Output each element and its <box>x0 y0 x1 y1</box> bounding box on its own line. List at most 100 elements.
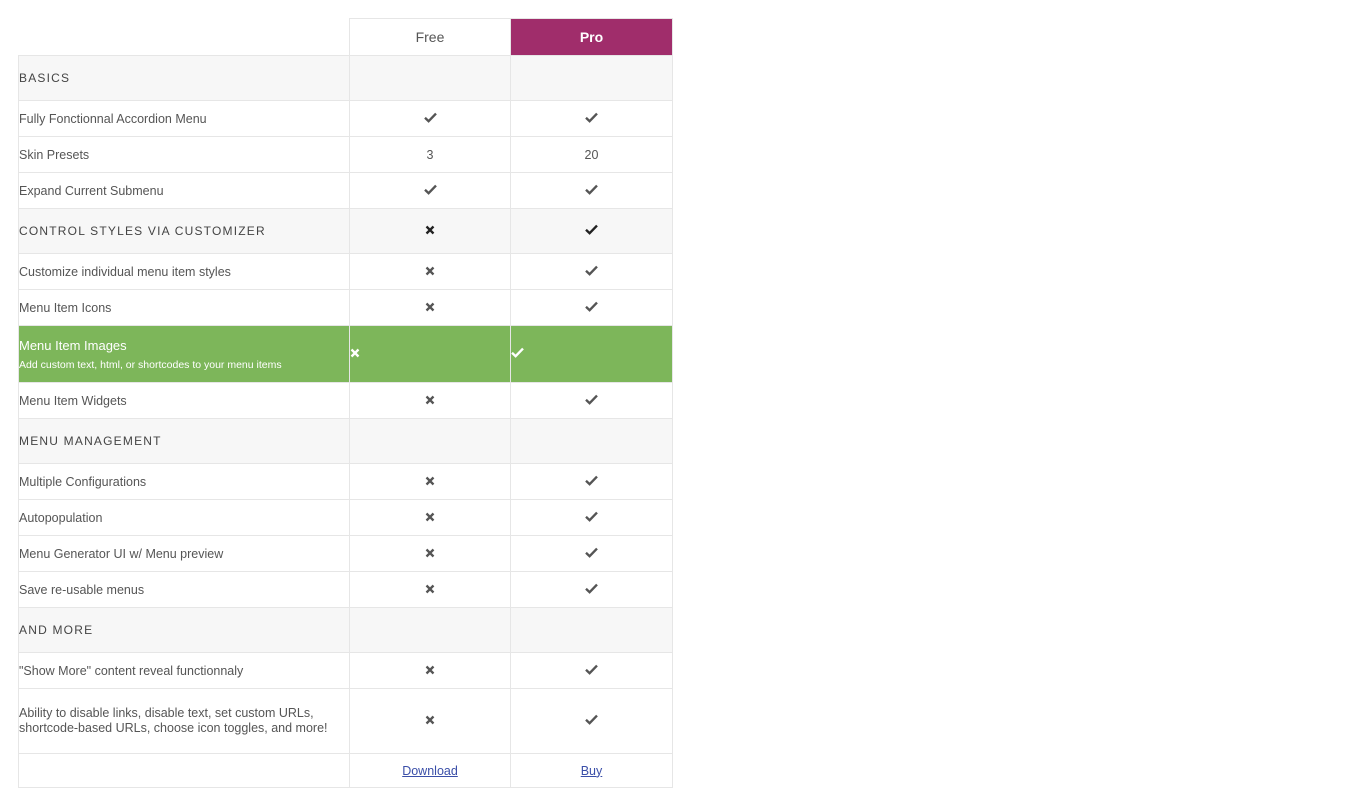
check-icon <box>585 184 598 198</box>
pro-value <box>510 289 673 326</box>
check-icon <box>585 511 598 525</box>
feature-label: "Show More" content reveal functionnaly <box>18 652 350 689</box>
cross-icon <box>425 475 435 489</box>
pro-value <box>510 208 673 254</box>
footer-pro-cell: Buy <box>510 753 673 788</box>
pro-value <box>510 607 673 653</box>
pro-value <box>510 688 673 754</box>
feature-row: Skin Presets 3 20 <box>18 136 673 173</box>
footer-free-cell: Download <box>349 753 511 788</box>
section-row: MENU MANAGEMENT <box>18 418 673 464</box>
check-icon <box>585 714 598 728</box>
cross-icon <box>425 547 435 561</box>
buy-link[interactable]: Buy <box>581 764 603 778</box>
feature-label: Save re-usable menus <box>18 571 350 608</box>
check-icon <box>585 112 598 126</box>
check-icon <box>585 475 598 489</box>
feature-title: Menu Item Images <box>19 337 127 353</box>
feature-row: Menu Item Widgets <box>18 382 673 419</box>
pro-value <box>510 325 673 383</box>
download-link[interactable]: Download <box>402 764 458 778</box>
check-icon <box>585 301 598 315</box>
check-icon <box>585 547 598 561</box>
check-icon <box>585 664 598 678</box>
pro-value <box>510 499 673 536</box>
feature-label: Menu Item Images Add custom text, html, o… <box>18 325 350 383</box>
free-value <box>349 100 511 137</box>
feature-description: Add custom text, html, or shortcodes to … <box>19 358 282 371</box>
cross-icon <box>425 301 435 315</box>
feature-label: Expand Current Submenu <box>18 172 350 209</box>
free-value <box>349 382 511 419</box>
check-icon <box>423 184 437 198</box>
feature-row: Autopopulation <box>18 499 673 536</box>
footer-blank-cell <box>18 753 350 788</box>
cross-icon <box>425 394 435 408</box>
feature-label: Autopopulation <box>18 499 350 536</box>
check-icon <box>423 112 437 126</box>
cross-icon <box>425 265 435 279</box>
pro-value <box>510 55 673 101</box>
comparison-table: Free Pro BASICS Fully Fonctionnal Accordi… <box>18 18 673 788</box>
feature-row: Menu Generator UI w/ Menu preview <box>18 535 673 572</box>
free-value <box>349 607 511 653</box>
check-icon <box>585 583 598 597</box>
feature-label: Skin Presets <box>18 136 350 173</box>
section-label: MENU MANAGEMENT <box>18 418 350 464</box>
feature-row: Fully Fonctionnal Accordion Menu <box>18 100 673 137</box>
feature-row: Ability to disable links, disable text, … <box>18 688 673 754</box>
pro-value <box>510 652 673 689</box>
feature-row: Expand Current Submenu <box>18 172 673 209</box>
pro-value <box>510 535 673 572</box>
section-label: AND MORE <box>18 607 350 653</box>
pro-value <box>510 100 673 137</box>
cross-icon <box>425 664 435 678</box>
header-pro: Pro <box>510 18 673 56</box>
header-blank-cell <box>18 18 350 56</box>
feature-label: Ability to disable links, disable text, … <box>18 688 350 754</box>
pro-value <box>510 418 673 464</box>
free-value: 3 <box>349 136 511 173</box>
pro-value <box>510 253 673 290</box>
feature-label: Fully Fonctionnal Accordion Menu <box>18 100 350 137</box>
check-icon <box>585 394 598 408</box>
free-value <box>349 463 511 500</box>
footer-row: Download Buy <box>18 753 673 788</box>
feature-row: Save re-usable menus <box>18 571 673 608</box>
free-value <box>349 535 511 572</box>
feature-label: Menu Item Icons <box>18 289 350 326</box>
section-label: BASICS <box>18 55 350 101</box>
cross-icon <box>425 714 435 728</box>
section-row: CONTROL STYLES VIA CUSTOMIZER <box>18 208 673 254</box>
free-value <box>349 253 511 290</box>
check-icon <box>585 224 598 238</box>
section-label: CONTROL STYLES VIA CUSTOMIZER <box>18 208 350 254</box>
section-row: BASICS <box>18 55 673 101</box>
feature-row: Customize individual menu item styles <box>18 253 673 290</box>
highlighted-row: Menu Item Images Add custom text, html, o… <box>18 325 673 383</box>
feature-label: Menu Item Widgets <box>18 382 350 419</box>
free-value <box>349 499 511 536</box>
header-free: Free <box>349 18 511 56</box>
feature-row: "Show More" content reveal functionnaly <box>18 652 673 689</box>
header-row: Free Pro <box>18 18 673 56</box>
free-value <box>349 571 511 608</box>
check-icon <box>585 265 598 279</box>
section-row: AND MORE <box>18 607 673 653</box>
pro-value <box>510 382 673 419</box>
free-value <box>349 208 511 254</box>
free-value <box>349 688 511 754</box>
free-value <box>349 289 511 326</box>
feature-row: Menu Item Icons <box>18 289 673 326</box>
cross-icon <box>350 347 360 361</box>
free-value <box>349 652 511 689</box>
cross-icon <box>425 583 435 597</box>
feature-label: Menu Generator UI w/ Menu preview <box>18 535 350 572</box>
free-value <box>349 418 511 464</box>
free-value <box>349 325 511 383</box>
pro-value <box>510 463 673 500</box>
cross-icon <box>425 511 435 525</box>
feature-label: Multiple Configurations <box>18 463 350 500</box>
pro-value <box>510 571 673 608</box>
pro-value: 20 <box>510 136 673 173</box>
